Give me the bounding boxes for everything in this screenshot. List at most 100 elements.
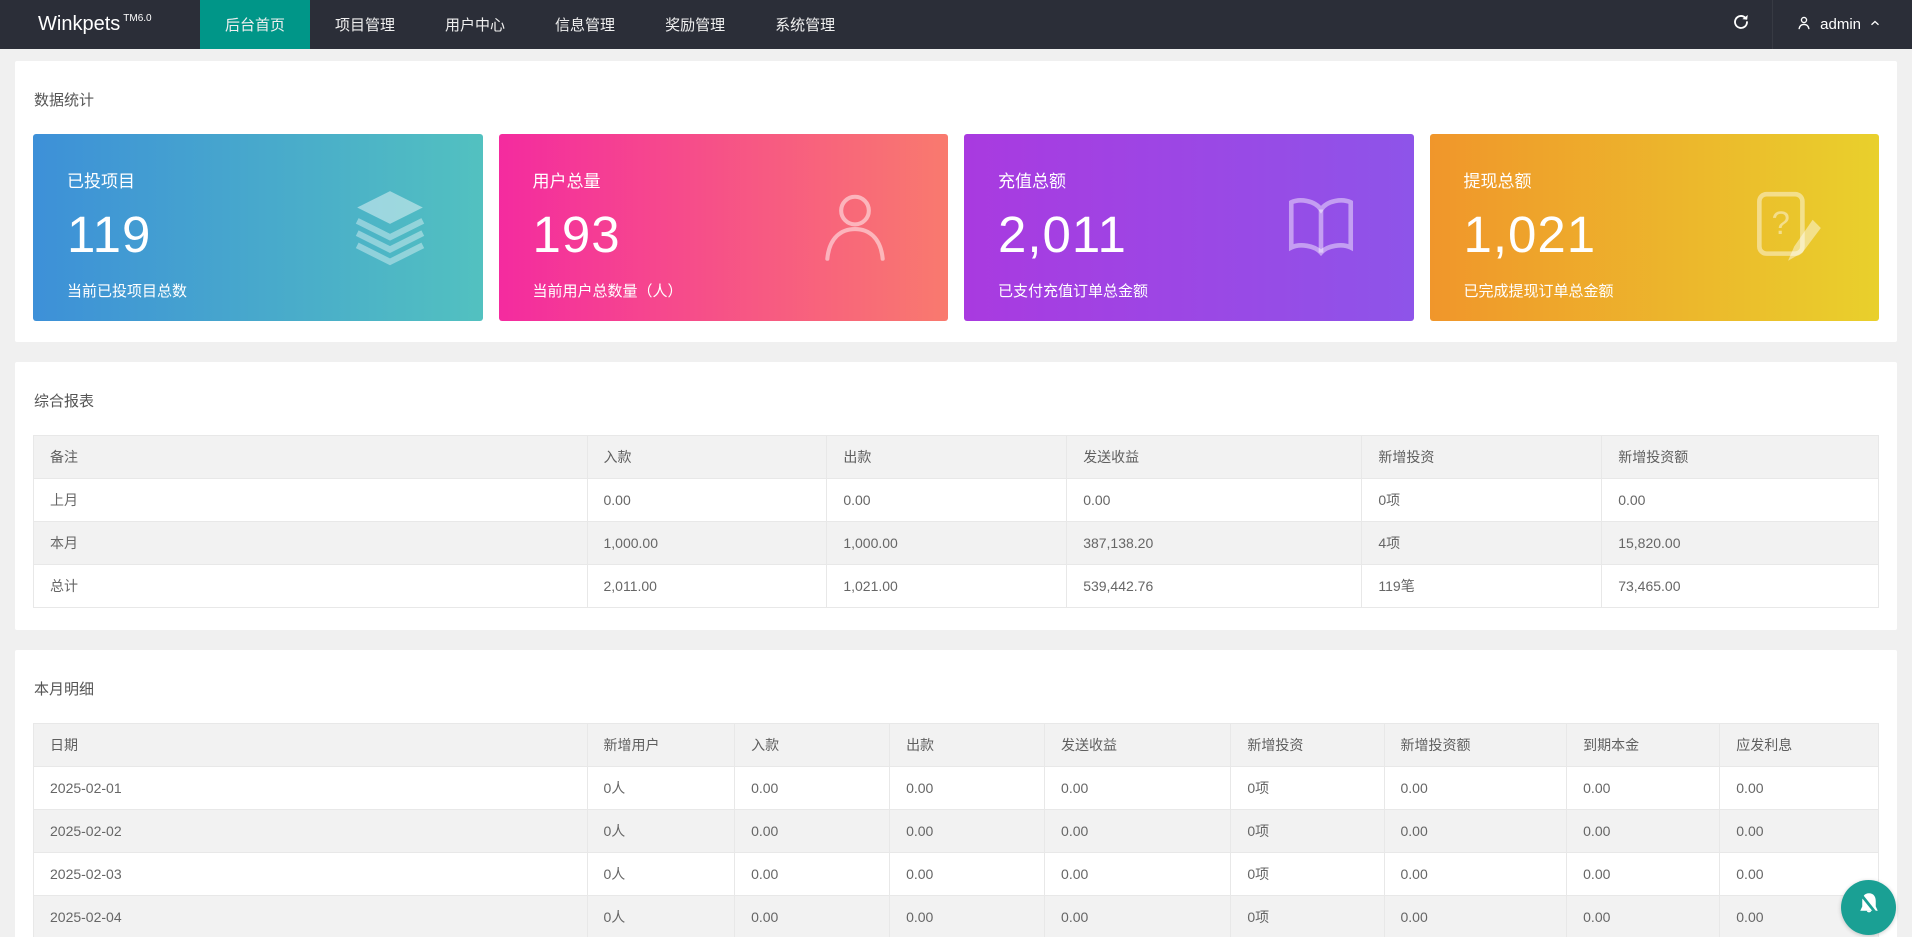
chevron-up-icon [1868,16,1882,34]
nav-item[interactable]: 信息管理 [530,0,640,49]
column-header: 新增投资 [1230,723,1385,767]
table-row: 2025-02-01 0人 0.00 0.00 0.00 0项 0.00 0.00 0.00 [33,766,1879,810]
stat-card-subtitle: 已完成提现订单总金额 [1463,283,1614,300]
table-cell: 0.00 [889,766,1046,810]
table-cell: 0人 [586,809,736,853]
stat-card-subtitle: 当前已投项目总数 [67,283,188,300]
table-cell: 0.00 [1044,852,1232,896]
column-header: 新增用户 [586,723,736,767]
table-cell: 0.00 [1719,809,1879,853]
table-cell: 0.00 [734,852,891,896]
table-cell: 0.00 [586,478,828,522]
stat-card: 充值总额 2,011 已支付充值订单总金额 [964,134,1414,321]
table-cell: 0.00 [1566,852,1721,896]
table-cell: 2025-02-03 [33,852,588,896]
svg-text:?: ? [1772,204,1790,241]
column-header: 发送收益 [1066,435,1363,479]
brand-text: Winkpets [38,13,121,35]
table-cell: 0.00 [1719,766,1879,810]
column-header: 出款 [826,435,1068,479]
navbar: Winkpets TM6.0 后台首页 项目管理 用户中心 信息管理 奖励管理 [0,0,1912,49]
refresh-button[interactable] [1710,0,1772,49]
stat-cards-row: 已投项目 119 当前已投项目总数 用户总量 193 当前用户总数量（人） 充值… [33,134,1879,321]
table-header-row: 日期 新增用户 入款 出款 发送收益 新增投资 新增投资额 到期本金 应发利息 [33,723,1879,767]
nav-item-label: 系统管理 [775,17,836,34]
detail-section-title: 本月明细 [34,681,95,698]
table-cell: 本月 [33,521,588,565]
table-row: 2025-02-03 0人 0.00 0.00 0.00 0项 0.00 0.00 0.00 [33,852,1879,896]
table-cell: 0.00 [734,766,891,810]
layers-icon [349,187,431,269]
table-cell: 1,000.00 [826,521,1068,565]
nav-item[interactable]: 用户中心 [420,0,530,49]
nav-item-label: 项目管理 [335,17,396,34]
table-cell: 总计 [33,564,588,608]
notification-fab[interactable] [1841,880,1896,935]
username: admin [1820,16,1861,33]
nav-item-label: 信息管理 [555,17,616,34]
nav-item[interactable]: 后台首页 [200,0,311,49]
column-header: 到期本金 [1566,723,1721,767]
table-cell: 119笔 [1361,564,1603,608]
nav-menu: 后台首页 项目管理 用户中心 信息管理 奖励管理 系统管理 [200,0,1710,49]
table-cell: 0.00 [1566,809,1721,853]
table-row: 本月 1,000.00 1,000.00 387,138.20 4项 15,820.00 [33,521,1879,565]
table-cell: 1,021.00 [826,564,1068,608]
column-header: 入款 [734,723,891,767]
nav-item[interactable]: 奖励管理 [640,0,750,49]
bell-slash-icon [1854,890,1884,925]
table-cell: 上月 [33,478,588,522]
table-cell: 0人 [586,852,736,896]
table-row: 2025-02-04 0人 0.00 0.00 0.00 0项 0.00 0.00 0.00 [33,895,1879,937]
brand-version: TM6.0 [123,13,152,24]
user-icon [1795,14,1813,36]
table-cell: 0项 [1230,895,1385,937]
nav-item[interactable]: 系统管理 [750,0,860,49]
table-cell: 0人 [586,766,736,810]
stat-card: 用户总量 193 当前用户总数量（人） [498,134,948,321]
summary-panel: 综合报表 备注 入款 出款 发送收益 新增投资 新增投资额 上月 0.00 0.00 0.00 0… [15,362,1897,630]
column-header: 新增投资 [1361,435,1603,479]
column-header: 发送收益 [1044,723,1232,767]
table-cell: 2,011.00 [586,564,828,608]
table-row: 上月 0.00 0.00 0.00 0项 0.00 [33,478,1879,522]
table-cell: 0.00 [1383,895,1568,937]
table-cell: 0人 [586,895,736,937]
table-cell: 0.00 [1383,809,1568,853]
column-header: 应发利息 [1719,723,1879,767]
document-edit-icon: ? [1745,187,1827,269]
table-cell: 0.00 [1383,852,1568,896]
table-cell: 0.00 [1066,478,1363,522]
stat-card-subtitle: 已支付充值订单总金额 [998,283,1149,300]
nav-item-label: 奖励管理 [665,17,726,34]
column-header: 日期 [33,723,588,767]
table-cell: 0.00 [734,895,891,937]
table-row: 2025-02-02 0人 0.00 0.00 0.00 0项 0.00 0.00 0.00 [33,809,1879,853]
table-cell: 0.00 [1044,809,1232,853]
stats-section-title: 数据统计 [34,92,95,109]
table-cell: 0.00 [1383,766,1568,810]
column-header: 备注 [33,435,588,479]
column-header: 入款 [586,435,828,479]
table-cell: 0.00 [826,478,1068,522]
table-cell: 0.00 [1566,895,1721,937]
detail-table: 日期 新增用户 入款 出款 发送收益 新增投资 新增投资额 到期本金 应发利息 2025-02-… [33,723,1879,937]
nav-item-label: 用户中心 [445,17,506,34]
table-cell: 1,000.00 [586,521,828,565]
table-cell: 0项 [1230,766,1385,810]
summary-section-title: 综合报表 [34,393,95,410]
navbar-right: admin [1710,0,1912,49]
brand-logo[interactable]: Winkpets TM6.0 [0,0,200,49]
table-cell: 0.00 [889,852,1046,896]
table-cell: 387,138.20 [1066,521,1363,565]
stat-card: 提现总额 1,021 已完成提现订单总金额 ? [1429,134,1879,321]
table-cell: 2025-02-01 [33,766,588,810]
nav-item[interactable]: 项目管理 [310,0,420,49]
column-header: 新增投资额 [1601,435,1879,479]
table-cell: 0.00 [1044,766,1232,810]
table-row: 总计 2,011.00 1,021.00 539,442.76 119笔 73,465.0… [33,564,1879,608]
column-header: 新增投资额 [1383,723,1568,767]
summary-table: 备注 入款 出款 发送收益 新增投资 新增投资额 上月 0.00 0.00 0.00 0项 0.00… [33,435,1879,608]
user-menu[interactable]: admin [1772,0,1912,49]
table-cell: 0.00 [1566,766,1721,810]
